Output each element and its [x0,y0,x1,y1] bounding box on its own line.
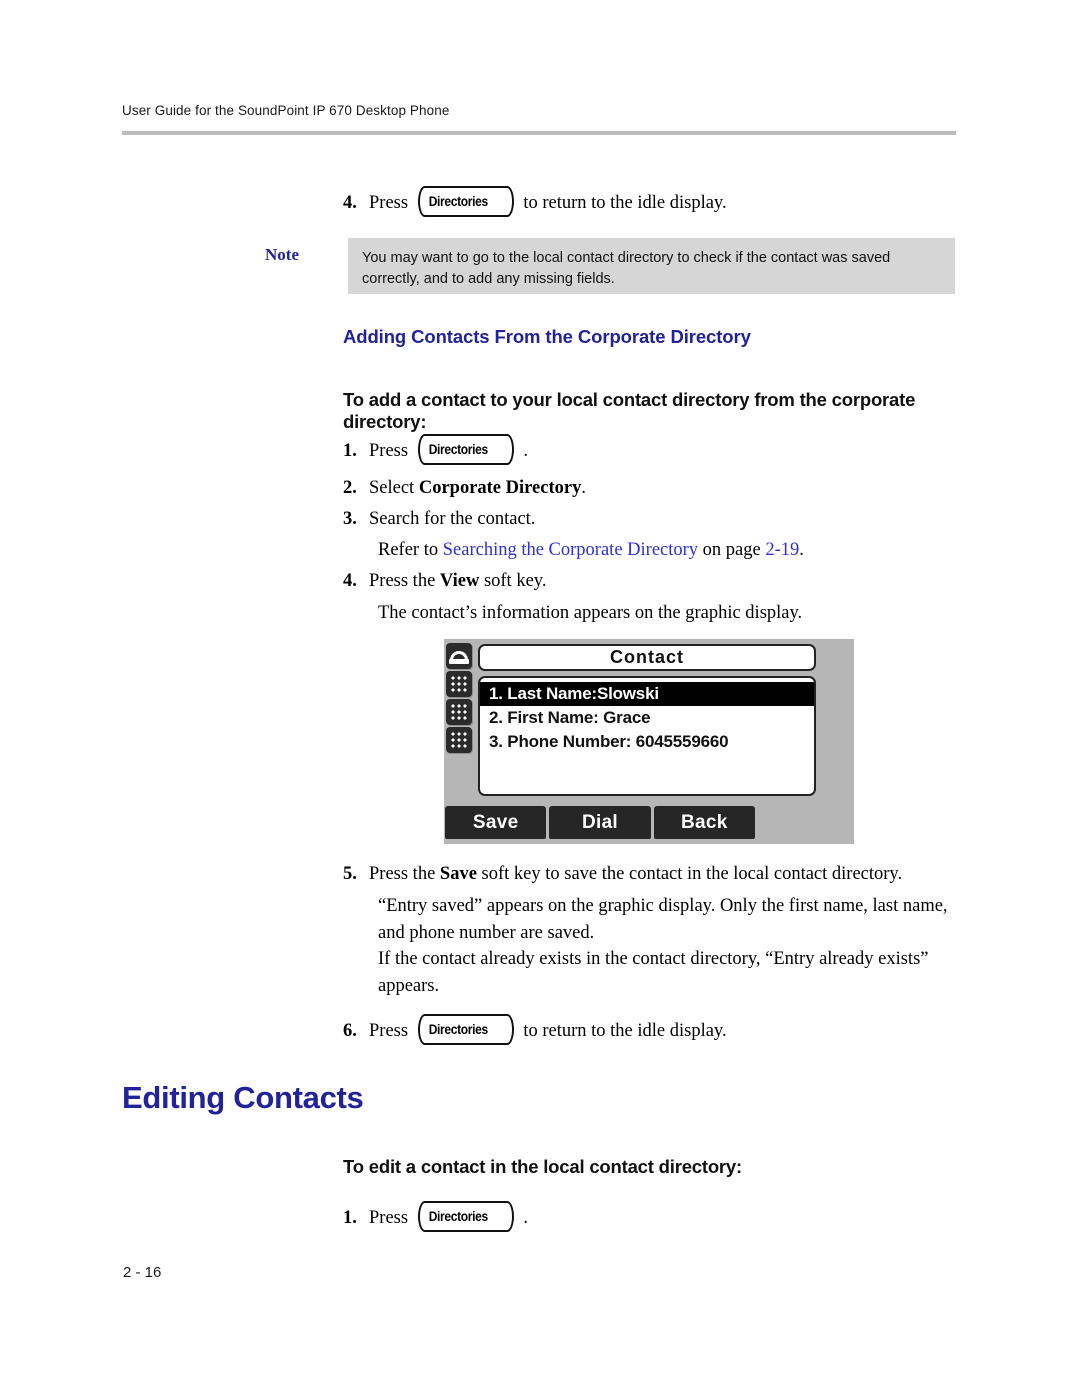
step-text: Search for the contact. [369,509,536,529]
key-label: Directories [428,1208,488,1225]
note-label: Note [265,245,299,264]
directories-key[interactable]: Directories [417,1014,514,1045]
step-text: Press Directories to return to the idle … [369,1014,727,1045]
step-number: 4. [343,193,357,213]
lcd-contact-field-list: 1. Last Name:Slowski 2. First Name: Grac… [478,676,816,796]
step-text: Press Directories . [369,434,528,465]
line-key-rail [446,643,472,756]
directories-key[interactable]: Directories [417,1201,514,1232]
step-2: 2. Select Corporate Directory. [343,475,963,502]
step-text: Press the View soft key. [369,568,546,595]
list-item[interactable]: 1. Last Name:Slowski [480,682,814,706]
step-text: Press Directories to return to the idle … [369,186,727,217]
page-header: User Guide for the SoundPoint IP 670 Des… [122,103,956,118]
procedure-title-edit: To edit a contact in the local contact d… [343,1156,742,1177]
step-number: 2. [343,478,357,498]
press-word: Press [369,1208,409,1228]
step-text-plain: Press the [369,571,440,591]
xref-suffix: . [799,540,804,560]
phone-display-screenshot: Contact 1. Last Name:Slowski 2. First Na… [444,639,854,844]
step-number: 5. [343,864,357,884]
step-5-note-saved: “Entry saved” appears on the graphic dis… [378,896,948,944]
step-5-note-exists: If the contact already exists in the con… [378,949,929,997]
directories-key[interactable]: Directories [417,434,514,465]
softkey-emphasis: Save [439,864,477,884]
step-trailing-text: to return to the idle display. [523,1021,727,1041]
note-box: You may want to go to the local contact … [348,238,955,294]
softkey-dial[interactable]: Dial [549,806,651,839]
directories-key[interactable]: Directories [417,186,514,217]
press-word: Press [369,441,409,461]
step-trailing-text: . [523,441,528,461]
step-4: 4. Press the View soft key. [343,568,963,595]
step-1: 1. Press Directories . [343,434,963,465]
step-5: 5. Press the Save soft key to save the c… [343,861,968,888]
softkey-save[interactable]: Save [445,806,547,839]
step-number: 1. [343,441,357,461]
press-word: Press [369,1021,409,1041]
step-text-end: soft key. [479,571,547,591]
step-6: 6. Press Directories to return to the id… [343,1014,963,1045]
lcd-title-bar: Contact [478,644,816,671]
keypad-icon[interactable] [446,699,472,725]
softkey-emphasis: View [439,571,480,591]
key-label: Directories [428,441,488,458]
page-title-editing-contacts: Editing Contacts [122,1080,364,1115]
xref-link[interactable]: Searching the Corporate Directory [443,540,698,560]
section-heading: Adding Contacts From the Corporate Direc… [343,326,751,347]
press-word: Press [369,193,409,213]
header-rule [122,131,956,135]
running-header-title: User Guide for the SoundPoint IP 670 Des… [122,103,450,118]
step-number: 3. [343,509,357,529]
xref-page-link[interactable]: 2-19 [765,540,799,560]
step-number: 1. [343,1208,357,1228]
softkey-back[interactable]: Back [653,806,755,839]
step-4-result: The contact’s information appears on the… [378,603,803,623]
list-item[interactable]: 3. Phone Number: 6045559660 [480,730,814,754]
edit-step-1: 1. Press Directories . [343,1201,963,1232]
cross-reference-line: Refer to Searching the Corporate Directo… [378,537,978,564]
step-3: 3. Search for the contact. [343,506,963,533]
note-text: You may want to go to the local contact … [362,250,891,287]
step-text-plain: Press the [369,864,440,884]
keypad-icon[interactable] [446,671,472,697]
step-trailing-text: . [523,1208,528,1228]
key-label: Directories [428,1021,488,1038]
step-text: Press the Save soft key to save the cont… [369,861,902,888]
handset-icon[interactable] [446,643,472,669]
step-number: 6. [343,1021,357,1041]
key-label: Directories [428,193,488,210]
procedure-title: To add a contact to your local contact d… [343,389,916,432]
step-text-end: soft key to save the contact in the loca… [476,864,903,884]
step-4-top: 4. Press Directories to return to the id… [343,186,963,217]
footer-page-number: 2 - 16 [123,1264,162,1281]
menu-item-emphasis: Corporate Directory [418,478,582,498]
step-text-end: . [581,478,586,498]
list-item[interactable]: 2. First Name: Grace [480,706,814,730]
xref-prefix: Refer to [378,540,443,560]
step-trailing-text: to return to the idle display. [523,193,727,213]
keypad-icon[interactable] [446,727,472,753]
step-text: Select Corporate Directory. [369,475,586,502]
step-text-plain: Select [369,478,419,498]
lcd-softkey-row: Save Dial Back [445,806,755,839]
xref-middle: on page [698,540,766,560]
step-number: 4. [343,571,357,591]
step-text: Press Directories . [369,1201,528,1232]
